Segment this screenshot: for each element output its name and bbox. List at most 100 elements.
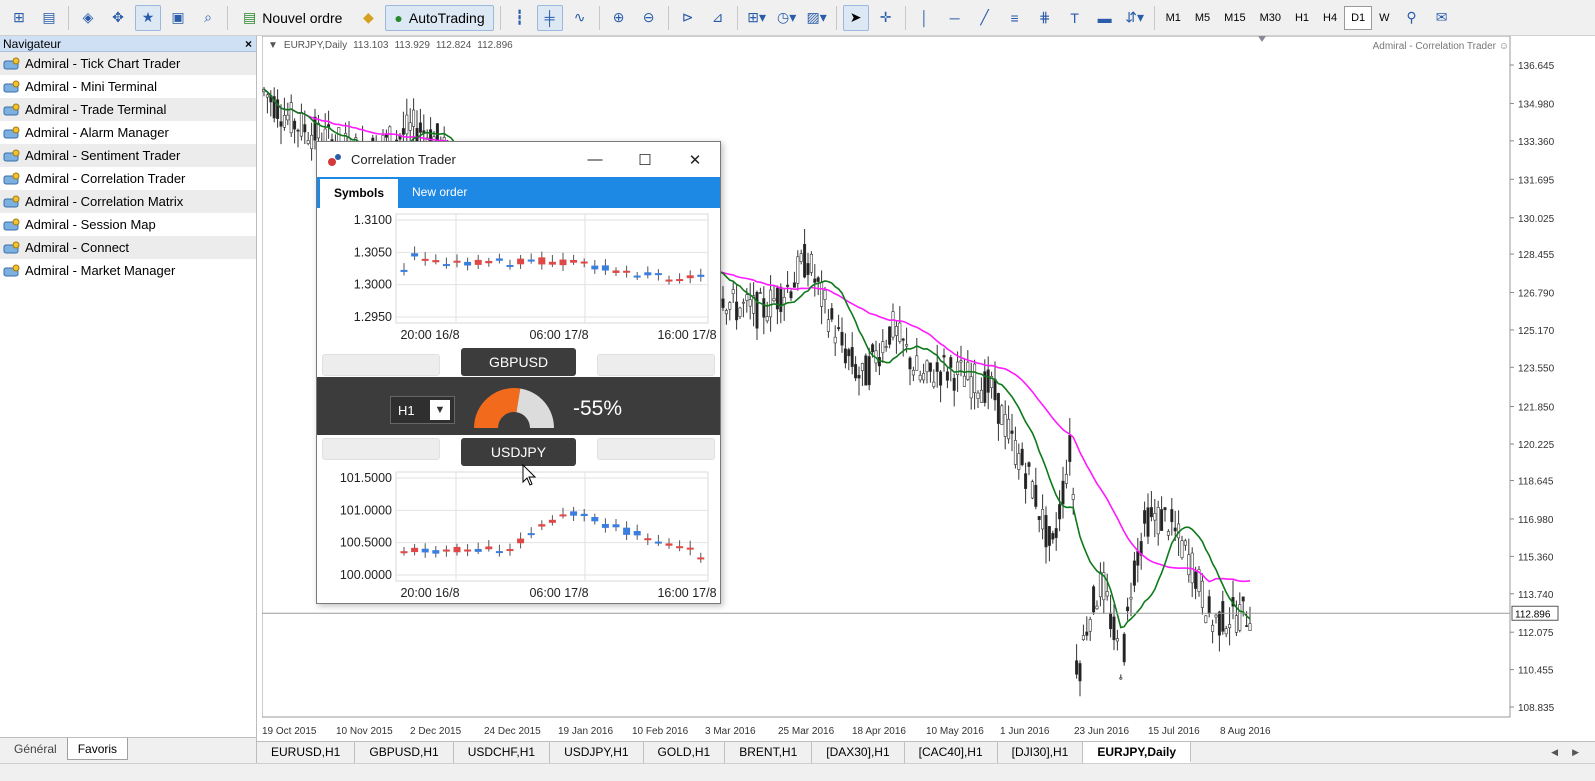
candlestick-chart-icon[interactable]: ╪: [536, 4, 563, 31]
fibonacci-icon[interactable]: ⋕: [1032, 5, 1058, 31]
ct-titlebar[interactable]: Correlation Trader — ☐ ✕: [317, 142, 720, 177]
data-window-icon[interactable]: ✥: [105, 5, 131, 31]
navigator-item[interactable]: Admiral - Market Manager: [0, 259, 256, 282]
new-order-button[interactable]: ▤ Nouvel ordre: [234, 5, 351, 31]
chart-shift-icon[interactable]: ⊿: [705, 5, 731, 31]
navigator-icon[interactable]: ★: [135, 4, 161, 31]
chat-icon[interactable]: ✉: [1429, 5, 1455, 31]
periods-icon[interactable]: ◷▾: [774, 5, 800, 31]
navigator-close-button[interactable]: ×: [245, 36, 252, 51]
chart-symbol-label: EURJPY,Daily: [283, 40, 348, 51]
arrows-icon[interactable]: ⇵▾: [1122, 5, 1148, 31]
minimize-icon[interactable]: —: [570, 142, 620, 177]
chart-tab[interactable]: EURUSD,H1: [257, 742, 356, 763]
close-icon[interactable]: ✕: [670, 142, 720, 177]
mini-x-label: 20:00 16/8: [400, 328, 459, 340]
price-label: 108.835: [1518, 703, 1555, 714]
zoom-out-icon[interactable]: ⊖: [636, 5, 662, 31]
text-icon[interactable]: T: [1062, 5, 1088, 31]
navigator-item[interactable]: Admiral - Session Map: [0, 213, 256, 236]
timeframe-m15[interactable]: M15: [1217, 6, 1252, 30]
timeframe-h1[interactable]: H1: [1288, 6, 1316, 30]
price-label: 125.170: [1518, 326, 1555, 337]
navigator-tab-favorites[interactable]: Favoris: [66, 738, 129, 760]
price-label: 123.550: [1518, 363, 1555, 374]
candle: [1122, 632, 1126, 666]
expert-advisor-icon: [3, 149, 20, 161]
chart-tab[interactable]: USDCHF,H1: [454, 742, 551, 763]
timeframe-select[interactable]: H1 ▼: [390, 396, 455, 424]
chart-tab[interactable]: GOLD,H1: [644, 742, 726, 763]
chart-tab[interactable]: [DAX30],H1: [812, 742, 905, 763]
navigator-item[interactable]: Admiral - Mini Terminal: [0, 75, 256, 98]
ct-button-placeholder: [322, 438, 440, 460]
chart-menu-icon[interactable]: ▼: [268, 40, 278, 51]
terminal-icon[interactable]: ▣: [165, 5, 191, 31]
navigator-item[interactable]: Admiral - Sentiment Trader: [0, 144, 256, 167]
chart-tab[interactable]: [CAC40],H1: [905, 742, 998, 763]
navigator-item[interactable]: Admiral - Correlation Trader: [0, 167, 256, 190]
smiley-icon: ☺: [1498, 41, 1509, 52]
market-watch-icon[interactable]: ◈: [75, 5, 101, 31]
expert-advisor-icon: [3, 218, 20, 230]
zoom-in-icon[interactable]: ⊕: [606, 5, 632, 31]
timeframe-h4[interactable]: H4: [1316, 6, 1344, 30]
symbol2-mini-chart[interactable]: 101.5000 101.0000 100.5000 100.0000 20:00 16…: [320, 468, 718, 598]
profiles-icon[interactable]: ▤: [36, 5, 62, 31]
chart-tab[interactable]: EURJPY,Daily: [1083, 742, 1192, 763]
vertical-line-icon[interactable]: │: [912, 5, 938, 31]
timeframe-m5[interactable]: M5: [1188, 6, 1217, 30]
expert-advisor-label[interactable]: Admiral - Correlation Trader ☺: [1373, 41, 1509, 52]
price-label: 130.025: [1518, 214, 1555, 225]
channel-icon[interactable]: ≡: [1002, 5, 1028, 31]
indicators-icon[interactable]: ⊞▾: [744, 5, 770, 31]
horizontal-line-icon[interactable]: ─: [942, 5, 968, 31]
gauge-pivot: [509, 423, 519, 430]
new-chart-icon[interactable]: ⊞: [6, 5, 32, 31]
auto-scroll-icon[interactable]: ⊳: [675, 5, 701, 31]
ct-tab-new-order[interactable]: New order: [398, 177, 481, 208]
correlation-gauge: [474, 388, 554, 430]
navigator-item[interactable]: Admiral - Tick Chart Trader: [0, 52, 256, 75]
new-order-icon: ▤: [243, 9, 257, 25]
cursor-icon[interactable]: ➤: [842, 4, 869, 31]
timeframe-w1[interactable]: W: [1372, 6, 1396, 30]
expert-advisor-icon: [3, 57, 20, 69]
navigator-item[interactable]: Admiral - Connect: [0, 236, 256, 259]
metaeditor-icon[interactable]: ◆: [355, 5, 381, 31]
chart-tab[interactable]: GBPUSD,H1: [355, 742, 454, 763]
symbol1-label[interactable]: GBPUSD: [461, 348, 576, 376]
chart-low-value: 112.824: [435, 40, 472, 51]
strategy-tester-icon[interactable]: ⌕: [195, 5, 221, 31]
timeframe-m30[interactable]: M30: [1253, 6, 1288, 30]
navigator-item[interactable]: Admiral - Trade Terminal: [0, 98, 256, 121]
toolbar-separator: [667, 5, 669, 30]
chart-tab[interactable]: BRENT,H1: [725, 742, 813, 763]
navigator-item[interactable]: Admiral - Correlation Matrix: [0, 190, 256, 213]
timeframe-m1[interactable]: M1: [1159, 6, 1188, 30]
scroll-left-icon[interactable]: ◀: [1551, 742, 1558, 763]
templates-icon[interactable]: ▨▾: [804, 5, 830, 31]
expert-advisor-icon: [3, 126, 20, 138]
symbol2-label[interactable]: USDJPY: [461, 438, 576, 466]
search-icon[interactable]: ⚲: [1399, 5, 1425, 31]
scroll-right-icon[interactable]: ▶: [1572, 742, 1579, 763]
bar-chart-icon[interactable]: ┇: [507, 5, 533, 31]
navigator-item-label: Admiral - Mini Terminal: [25, 79, 157, 94]
chart-tab[interactable]: USDJPY,H1: [550, 742, 644, 763]
chart-tabs-bar: EURUSD,H1 GBPUSD,H1 USDCHF,H1 USDJPY,H1 GOLD…: [257, 741, 1595, 763]
navigator-item[interactable]: Admiral - Alarm Manager: [0, 121, 256, 144]
navigator-tab-general[interactable]: Général: [4, 738, 67, 760]
timeframe-d1[interactable]: D1: [1344, 5, 1373, 30]
candle: [809, 251, 813, 276]
chart-tab[interactable]: [DJI30],H1: [998, 742, 1084, 763]
autotrading-button[interactable]: ● AutoTrading: [385, 4, 494, 31]
crosshair-icon[interactable]: ✛: [873, 5, 899, 31]
candle: [1000, 403, 1004, 425]
label-icon[interactable]: ▬: [1092, 5, 1118, 31]
trendline-icon[interactable]: ╱: [972, 5, 998, 31]
symbol1-mini-chart[interactable]: 1.3100 1.3050 1.3000 1.2950 20:00 16/8 06:00 …: [320, 210, 718, 340]
maximize-icon[interactable]: ☐: [620, 142, 670, 177]
line-chart-icon[interactable]: ∿: [567, 5, 593, 31]
ct-tab-symbols[interactable]: Symbols: [320, 179, 399, 208]
